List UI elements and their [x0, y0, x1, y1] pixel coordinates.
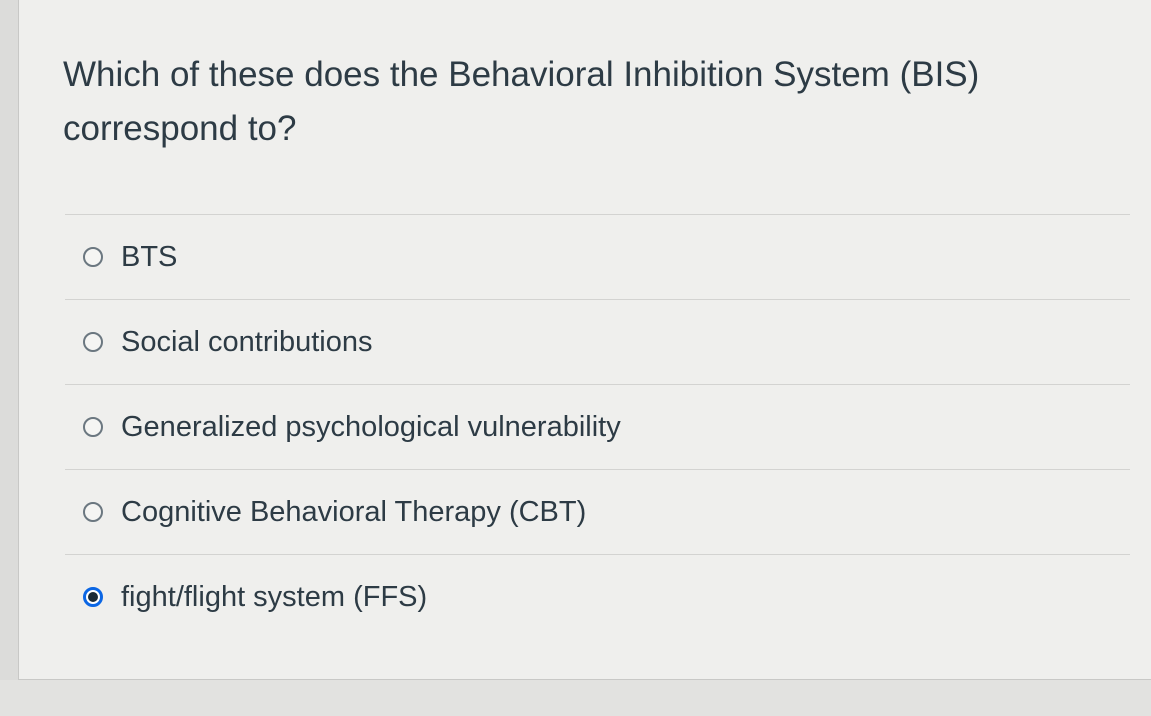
answer-label: Social contributions: [121, 325, 373, 358]
answer-label: BTS: [121, 240, 178, 273]
answer-option-bts[interactable]: BTS: [65, 215, 1130, 299]
question-text: Which of these does the Behavioral Inhib…: [63, 55, 980, 148]
answer-option-social-contributions[interactable]: Social contributions: [65, 300, 1130, 384]
answer-option-ffs[interactable]: fight/flight system (FFS): [65, 555, 1130, 639]
answer-label: Cognitive Behavioral Therapy (CBT): [121, 495, 587, 528]
radio-button-selected-icon[interactable]: [83, 587, 103, 607]
answer-list: BTS Social contributions Generalized psy…: [65, 214, 1130, 639]
answer-option-cbt[interactable]: Cognitive Behavioral Therapy (CBT): [65, 470, 1130, 554]
page-background: [0, 680, 1151, 716]
quiz-question-card: Which of these does the Behavioral Inhib…: [18, 0, 1151, 680]
radio-button-icon[interactable]: [83, 247, 103, 267]
answer-label: Generalized psychological vulnerability: [121, 410, 621, 443]
radio-button-icon[interactable]: [83, 417, 103, 437]
answer-label: fight/flight system (FFS): [121, 580, 428, 613]
answer-option-generalized-psychological-vulnerability[interactable]: Generalized psychological vulnerability: [65, 385, 1130, 469]
radio-button-icon[interactable]: [83, 332, 103, 352]
radio-button-icon[interactable]: [83, 502, 103, 522]
